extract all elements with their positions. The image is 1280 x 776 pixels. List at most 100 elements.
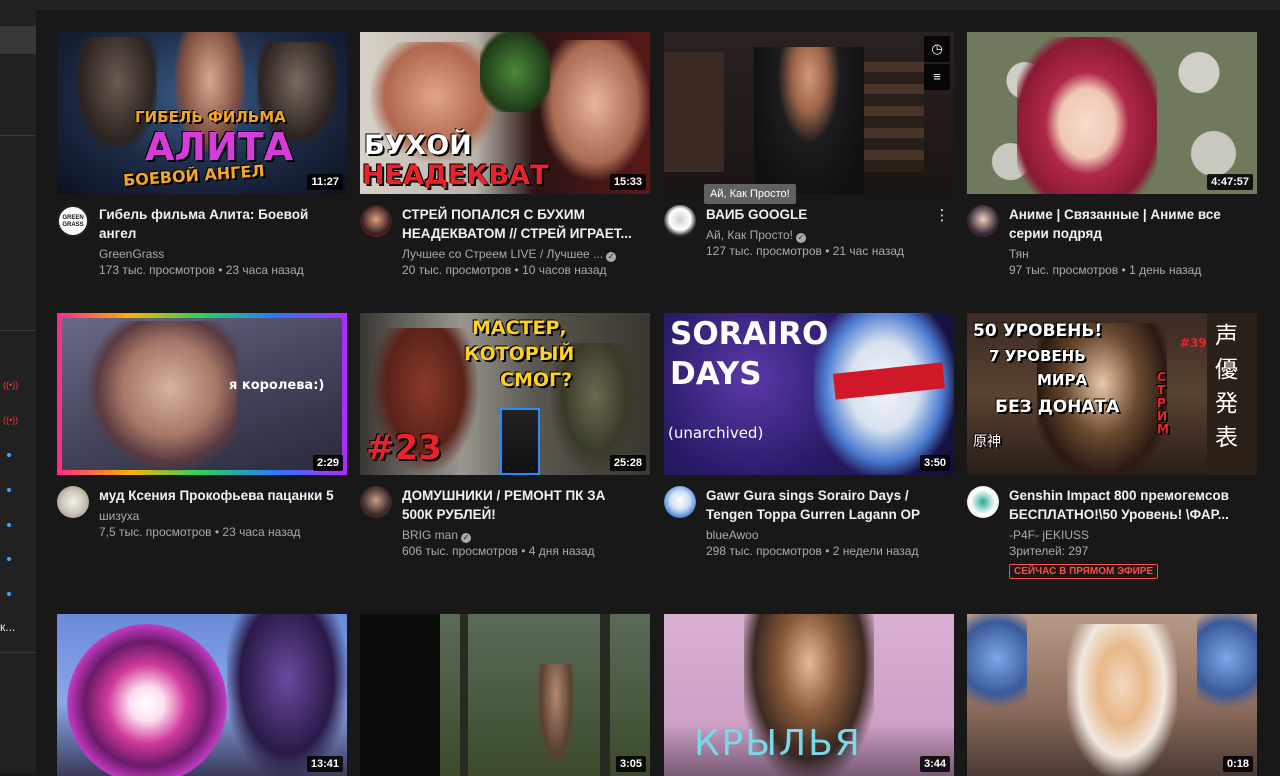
queue-icon[interactable]: ≡ [924, 64, 950, 90]
video-card[interactable]: 13:41 [57, 614, 347, 776]
channel-name[interactable]: BRIG man [402, 528, 458, 542]
video-thumbnail[interactable]: 50 УРОВЕНЬ! 7 УРОВЕНЬ МИРА БЕЗ ДОНАТА #3… [967, 313, 1257, 475]
video-thumbnail[interactable]: SORAIRO DAYS (unarchived) 3:50 [664, 313, 954, 475]
video-thumbnail[interactable]: 3:05 [360, 614, 650, 776]
thumbnail-text: ГИБЕЛЬ ФИЛЬМА [135, 108, 286, 126]
channel-name[interactable]: -P4F- jEKIUSS [1009, 527, 1245, 543]
channel-tooltip: Ай, Как Просто! [704, 184, 796, 204]
video-duration: 3:05 [615, 756, 646, 772]
live-badge: СЕЙЧАС В ПРЯМОМ ЭФИРЕ [1009, 564, 1159, 579]
video-card[interactable]: МАСТЕР, КОТОРЫЙ СМОГ? #23 25:28 ДОМУШНИК… [360, 313, 650, 558]
channel-name[interactable]: GreenGrass [99, 246, 335, 262]
check-icon: ✓ [795, 233, 806, 243]
view-count: 7,5 тыс. просмотров [99, 525, 212, 539]
video-stats: 606 тыс. просмотров • 4 дня назад [402, 544, 595, 558]
video-duration: 2:29 [312, 455, 343, 471]
thumbnail-text: КРЫЛЬЯ [694, 723, 862, 764]
upload-age: 4 дня назад [528, 544, 595, 558]
channel-name[interactable]: Лучшее со Стреем LIVE / Лучшее ... [402, 247, 603, 261]
thumbnail-text: (unarchived) [668, 424, 764, 442]
thumbnail-text: СМОГ? [500, 369, 573, 391]
video-card[interactable]: 50 УРОВЕНЬ! 7 УРОВЕНЬ МИРА БЕЗ ДОНАТА #3… [967, 313, 1257, 579]
thumbnail-text: МАСТЕР, [472, 317, 567, 339]
video-stats: 97 тыс. просмотров • 1 день назад [1009, 263, 1202, 277]
video-thumbnail[interactable]: 13:41 [57, 614, 347, 776]
new-content-dot [7, 488, 11, 492]
channel-avatar[interactable] [967, 486, 999, 518]
video-title[interactable]: ВАИБ GOOGLE [706, 205, 942, 224]
video-card[interactable]: 0:18 [967, 614, 1257, 776]
channel-avatar[interactable] [967, 205, 999, 237]
upload-age: 2 недели назад [832, 544, 919, 558]
video-card[interactable]: КРЫЛЬЯ 3:44 [664, 614, 954, 776]
channel-avatar[interactable] [57, 486, 89, 518]
thumbnail-text: DAYS [670, 356, 762, 392]
new-content-dot [7, 557, 11, 561]
video-title[interactable]: Genshin Impact 800 премогемсов БЕСПЛАТНО… [1009, 486, 1245, 524]
new-content-dot [7, 453, 11, 457]
video-card[interactable]: ◷ ≡ Ай, Как Просто! ВАИБ GOOGLE Ай, Как … [664, 32, 954, 275]
channel-avatar[interactable] [360, 205, 392, 237]
channel-name[interactable]: Ай, Как Просто! [706, 228, 793, 242]
channel-name[interactable]: blueAwoo [706, 527, 942, 543]
video-duration: 13:41 [306, 756, 343, 772]
channel-avatar[interactable]: GREEN GRASS [57, 205, 89, 237]
video-duration: 4:47:57 [1207, 174, 1253, 190]
video-card[interactable]: БУХОЙ НЕАДЕКВАТ 15:33 СТРЕЙ ПОПАЛСЯ С БУ… [360, 32, 650, 277]
video-thumbnail[interactable]: МАСТЕР, КОТОРЫЙ СМОГ? #23 25:28 [360, 313, 650, 475]
upload-age: 21 час назад [832, 244, 905, 258]
view-count: 606 тыс. просмотров [402, 544, 518, 558]
channel-name[interactable]: шизуха [99, 508, 335, 524]
video-duration: 3:44 [919, 756, 950, 772]
thumbnail-text: 7 УРОВЕНЬ [989, 347, 1086, 365]
video-card[interactable]: 3:05 [360, 614, 650, 776]
view-count: 97 тыс. просмотров [1009, 263, 1119, 277]
video-title[interactable]: Gawr Gura sings Sorairo Days / Tengen To… [706, 486, 942, 524]
thumbnail-text: КОТОРЫЙ [464, 343, 575, 365]
sidebar-item-label[interactable]: к... [0, 620, 15, 634]
sidebar-divider [0, 135, 36, 136]
video-thumbnail[interactable]: я королева:) 2:29 [57, 313, 347, 475]
video-card[interactable]: я королева:) 2:29 муд Ксения Прокофьева … [57, 313, 347, 556]
video-thumbnail[interactable]: ГИБЕЛЬ ФИЛЬМА АЛИТА БОЕВОЙ АНГЕЛ 11:27 [57, 32, 347, 194]
thumbnail-text: #39 [1180, 336, 1207, 350]
video-title[interactable]: СТРЕЙ ПОПАЛСЯ С БУХИМ НЕАДЕКВАТОМ // СТР… [402, 205, 638, 243]
video-stats: 20 тыс. просмотров • 10 часов назад [402, 263, 607, 277]
more-vert-icon[interactable]: ⋮ [934, 207, 950, 227]
channel-name[interactable]: Тян [1009, 246, 1245, 262]
clock-icon[interactable]: ◷ [924, 36, 950, 62]
thumbnail-text: 原神 [973, 434, 1001, 450]
channel-row: Лучшее со Стреем LIVE / Лучшее ... ✓ [402, 246, 638, 262]
thumbnail-text: #23 [366, 428, 442, 468]
video-thumbnail[interactable]: БУХОЙ НЕАДЕКВАТ 15:33 [360, 32, 650, 194]
video-thumbnail[interactable]: 4:47:57 [967, 32, 1257, 194]
upload-age: 10 часов назад [522, 263, 607, 277]
sidebar-item-selected[interactable] [0, 26, 36, 54]
thumbnail-text: SORAIRO [670, 316, 829, 352]
channel-avatar[interactable] [664, 205, 696, 237]
top-bar-edge [36, 0, 1280, 10]
video-card[interactable]: 4:47:57 Аниме | Связанные | Аниме все се… [967, 32, 1257, 277]
view-count: 127 тыс. просмотров [706, 244, 822, 258]
video-thumbnail[interactable]: 0:18 [967, 614, 1257, 776]
video-title[interactable]: муд Ксения Прокофьева пацанки 5 [99, 486, 335, 505]
video-duration: 3:50 [919, 455, 950, 471]
channel-avatar[interactable] [360, 486, 392, 518]
thumbnail-text: НЕАДЕКВАТ [362, 160, 549, 191]
video-duration: 0:18 [1222, 756, 1253, 772]
thumbnail-text: я королева:) [229, 378, 325, 393]
video-title[interactable]: Гибель фильма Алита: Боевой ангел [99, 205, 335, 243]
video-thumbnail[interactable]: КРЫЛЬЯ 3:44 [664, 614, 954, 776]
video-card[interactable]: ГИБЕЛЬ ФИЛЬМА АЛИТА БОЕВОЙ АНГЕЛ 11:27 G… [57, 32, 347, 277]
channel-row: BRIG man ✓ [402, 527, 638, 543]
sidebar-divider [0, 652, 36, 653]
video-stats: 173 тыс. просмотров • 23 часа назад [99, 263, 304, 277]
thumbnail-text: 声優発表 [1215, 323, 1238, 451]
video-stats: 127 тыс. просмотров • 21 час назад [706, 244, 905, 258]
video-title[interactable]: Аниме | Связанные | Аниме все серии подр… [1009, 205, 1245, 243]
video-title[interactable]: ДОМУШНИКИ / РЕМОНТ ПК ЗА 500К РУБЛЕЙ! [402, 486, 638, 524]
video-card[interactable]: SORAIRO DAYS (unarchived) 3:50 Gawr Gura… [664, 313, 954, 558]
sidebar: ((•)) ((•)) к... [0, 0, 36, 773]
video-thumbnail[interactable]: ◷ ≡ [664, 32, 954, 194]
channel-avatar[interactable] [664, 486, 696, 518]
